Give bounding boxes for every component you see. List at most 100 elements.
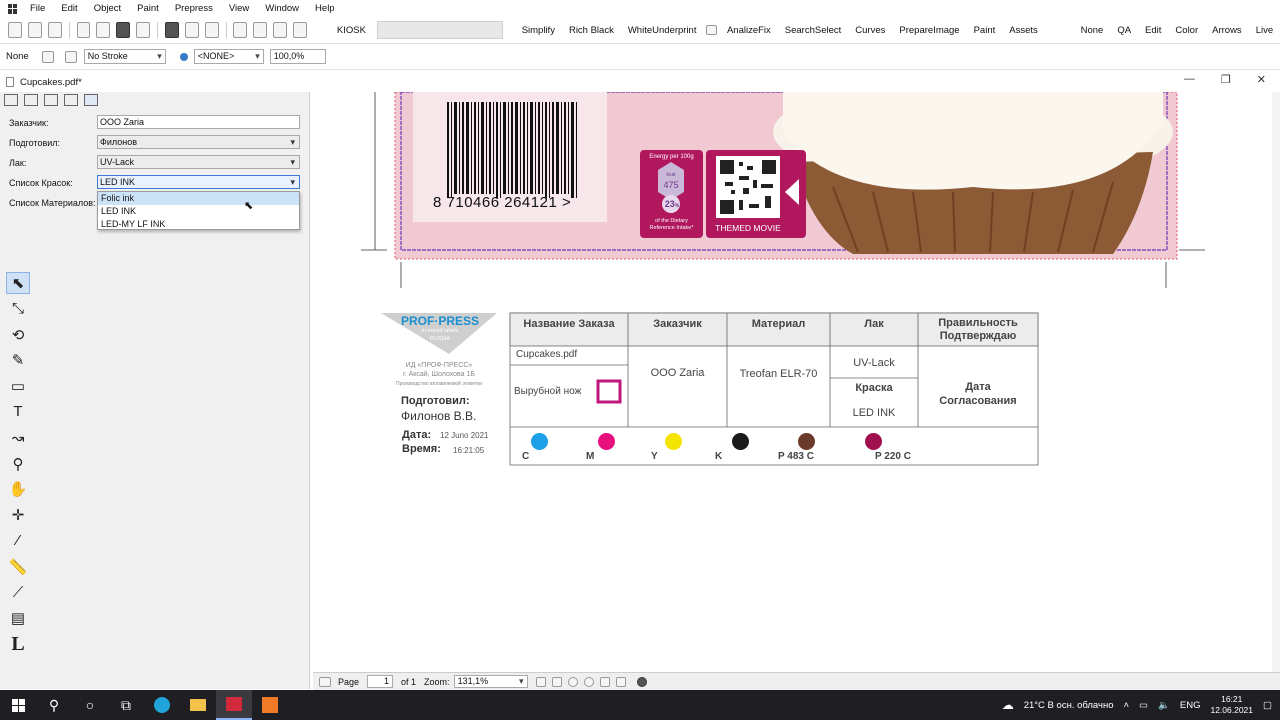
document-tab[interactable]: Cupcakes.pdf* bbox=[0, 72, 1280, 92]
menu-edit[interactable]: Edit bbox=[53, 3, 85, 14]
ruler-tool-icon[interactable]: 📏 bbox=[6, 556, 30, 578]
ink-option-led[interactable]: LED INK bbox=[98, 205, 299, 218]
app-z-icon[interactable] bbox=[216, 690, 252, 720]
assets-button[interactable]: Assets bbox=[1002, 25, 1045, 36]
transform-icon[interactable] bbox=[184, 22, 199, 38]
expand-icon[interactable] bbox=[615, 676, 626, 687]
fill-swatch-icon[interactable] bbox=[41, 50, 54, 63]
target-icon[interactable] bbox=[567, 676, 578, 687]
start-icon[interactable] bbox=[0, 690, 36, 720]
menu-help[interactable]: Help bbox=[307, 3, 343, 14]
color-button[interactable]: Color bbox=[1168, 25, 1205, 36]
app-menu-icon[interactable] bbox=[8, 3, 18, 14]
ink-option-folic[interactable]: Folic ink bbox=[98, 192, 299, 205]
zoom-tab-icon[interactable] bbox=[24, 94, 38, 106]
prepare-image-button[interactable]: PrepareImage bbox=[892, 25, 966, 36]
menu-object[interactable]: Object bbox=[86, 3, 129, 14]
analize-fix-button[interactable]: AnalizeFix bbox=[720, 25, 778, 36]
edit-button[interactable]: Edit bbox=[1138, 25, 1168, 36]
move-left-icon[interactable] bbox=[233, 22, 248, 38]
varnish-select[interactable]: UV-Lack bbox=[97, 155, 300, 169]
menu-view[interactable]: View bbox=[221, 3, 257, 14]
task-view-icon[interactable]: ⧉ bbox=[108, 690, 144, 720]
clock[interactable]: 16:21 12.06.2021 bbox=[1210, 694, 1253, 716]
menu-file[interactable]: File bbox=[22, 3, 53, 14]
minimize-icon[interactable]: — bbox=[1184, 73, 1195, 86]
add-icon[interactable] bbox=[76, 22, 91, 38]
list-icon[interactable] bbox=[706, 25, 717, 35]
tray-chevron-icon[interactable]: ˄ bbox=[1123, 700, 1129, 711]
rich-black-button[interactable]: Rich Black bbox=[562, 25, 621, 36]
live-button[interactable]: Live bbox=[1249, 25, 1280, 36]
help-icon[interactable] bbox=[636, 676, 647, 687]
kiosk-input[interactable] bbox=[376, 21, 503, 39]
menu-prepress[interactable]: Prepress bbox=[167, 3, 221, 14]
network-icon[interactable]: ▭ bbox=[1139, 700, 1148, 711]
arrows-button[interactable]: Arrows bbox=[1205, 25, 1249, 36]
none-button[interactable]: None bbox=[1074, 25, 1111, 36]
fit-width-icon[interactable] bbox=[551, 676, 562, 687]
language-indicator[interactable]: ENG bbox=[1180, 700, 1201, 711]
weather-icon[interactable]: ☁ bbox=[1002, 698, 1014, 712]
rectangle-tool-icon[interactable]: ▭ bbox=[6, 375, 30, 397]
rotate-tool-icon[interactable]: ⟲ bbox=[6, 324, 30, 346]
swatch-select[interactable]: <NONE> bbox=[193, 49, 264, 64]
close-icon[interactable]: ✕ bbox=[1257, 73, 1266, 86]
move-right-icon[interactable] bbox=[253, 22, 268, 38]
menu-paint[interactable]: Paint bbox=[129, 3, 167, 14]
edge-icon[interactable] bbox=[144, 690, 180, 720]
select-tool-icon[interactable]: ⬉ bbox=[6, 272, 30, 294]
weather-text[interactable]: 21°C В осн. облачно bbox=[1024, 700, 1114, 711]
crosshair-tool-icon[interactable]: ✛ bbox=[6, 504, 30, 526]
paint-button[interactable]: Paint bbox=[967, 25, 1003, 36]
notifications-icon[interactable]: ▢ bbox=[1263, 700, 1272, 711]
volume-icon[interactable]: 🔈 bbox=[1158, 700, 1170, 711]
search-icon[interactable]: ⚲ bbox=[36, 690, 72, 720]
eyedropper-tool-icon[interactable]: ⁄ bbox=[6, 530, 30, 552]
inks-select[interactable]: LED INK bbox=[97, 175, 300, 189]
type-tool-icon[interactable]: L bbox=[6, 633, 30, 655]
stroke-select[interactable]: No Stroke bbox=[83, 49, 166, 64]
app-orange-icon[interactable] bbox=[252, 690, 288, 720]
page-tab-icon[interactable] bbox=[4, 94, 18, 106]
duplicate-icon[interactable] bbox=[47, 22, 62, 38]
zoom-select[interactable]: 131,1% bbox=[453, 675, 528, 688]
comment-tab-icon[interactable] bbox=[84, 94, 98, 106]
vertical-scrollbar[interactable] bbox=[1272, 92, 1280, 672]
link-icon[interactable] bbox=[204, 22, 219, 38]
new-document-icon[interactable] bbox=[27, 22, 42, 38]
stroke-swatch-icon[interactable] bbox=[64, 50, 77, 63]
layers-tab-icon[interactable] bbox=[44, 94, 58, 106]
zoom-tool-icon[interactable]: ⚲ bbox=[6, 453, 30, 475]
redo-icon[interactable] bbox=[293, 22, 307, 38]
prepared-select[interactable]: Филонов bbox=[97, 135, 300, 149]
ink-option-led-my[interactable]: LED-MY LF INK bbox=[98, 218, 299, 231]
align-icon[interactable] bbox=[116, 22, 131, 38]
info-icon[interactable] bbox=[583, 676, 594, 687]
frame-icon[interactable] bbox=[136, 22, 151, 38]
white-underprint-button[interactable]: WhiteUnderprint bbox=[621, 25, 704, 36]
arrange-icon[interactable] bbox=[164, 22, 179, 38]
simplify-button[interactable]: Simplify bbox=[515, 25, 562, 36]
cortana-icon[interactable]: ○ bbox=[72, 690, 108, 720]
hand-tool-icon[interactable]: ✋ bbox=[6, 478, 30, 500]
measure-tool-icon[interactable]: ⟋ bbox=[6, 582, 30, 604]
settings-tab-icon[interactable] bbox=[64, 94, 78, 106]
page-icon[interactable] bbox=[319, 676, 331, 687]
group-icon[interactable] bbox=[96, 22, 111, 38]
text-tool-icon[interactable]: T bbox=[6, 401, 30, 423]
page-input[interactable]: 1 bbox=[367, 675, 394, 688]
fit-page-icon[interactable] bbox=[535, 676, 546, 687]
menu-window[interactable]: Window bbox=[257, 3, 307, 14]
search-select-button[interactable]: SearchSelect bbox=[778, 25, 849, 36]
customer-input[interactable]: OOO Zaria bbox=[97, 115, 300, 129]
document-canvas[interactable]: 8 710466 264121 > Energy per 100g kcal 4… bbox=[313, 92, 1280, 672]
scale-tool-icon[interactable]: ⤡ bbox=[6, 298, 30, 320]
undo-icon[interactable] bbox=[273, 22, 287, 38]
qa-button[interactable]: QA bbox=[1110, 25, 1138, 36]
opacity-input[interactable]: 100,0% bbox=[269, 49, 326, 64]
fullscreen-icon[interactable] bbox=[599, 676, 610, 687]
pen-tool-icon[interactable]: ✎ bbox=[6, 349, 30, 371]
restore-icon[interactable]: ❐ bbox=[1221, 73, 1231, 86]
note-tool-icon[interactable]: ▤ bbox=[6, 607, 30, 629]
